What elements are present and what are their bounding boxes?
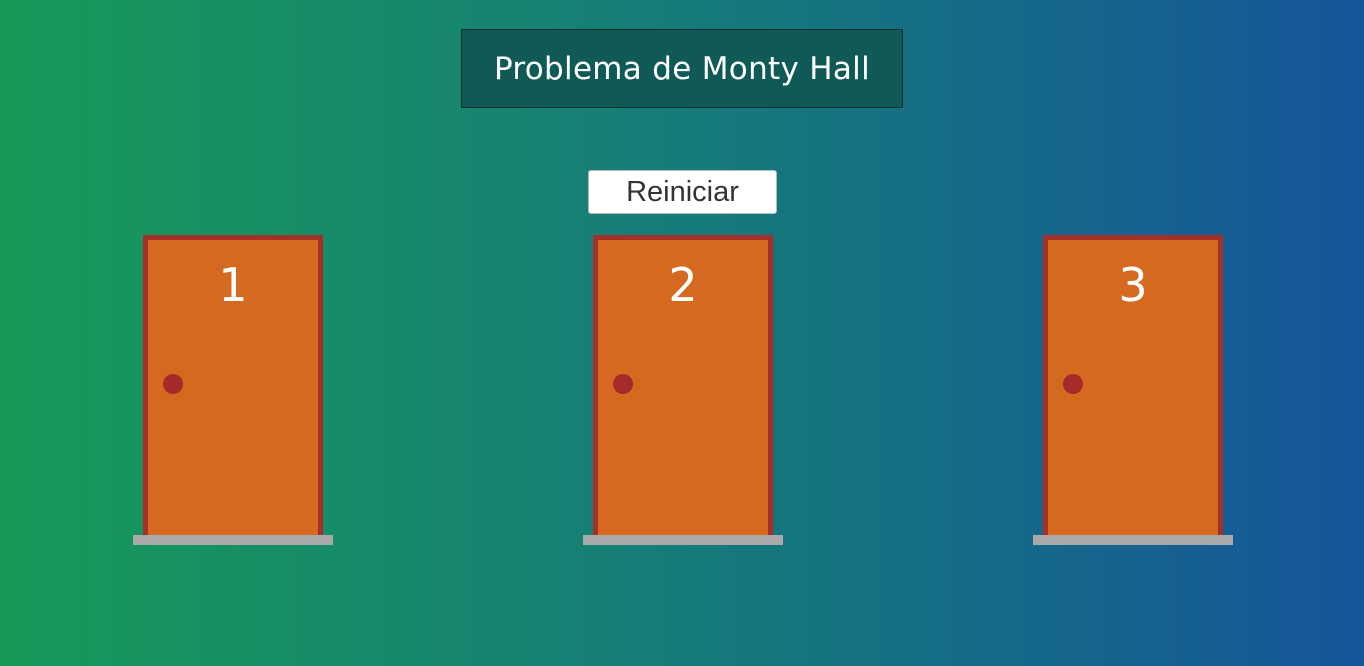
door-knob-icon	[1063, 374, 1083, 394]
door-2-number: 2	[668, 258, 698, 312]
door-1-step	[133, 535, 333, 545]
door-3-step	[1033, 535, 1233, 545]
door-2-container: 2	[583, 235, 783, 545]
door-2[interactable]: 2	[593, 235, 773, 535]
door-knob-icon	[163, 374, 183, 394]
door-1[interactable]: 1	[143, 235, 323, 535]
reset-button[interactable]: Reiniciar	[588, 170, 777, 214]
door-1-container: 1	[133, 235, 333, 545]
page-title: Problema de Monty Hall	[461, 29, 903, 108]
page-title-text: Problema de Monty Hall	[493, 50, 871, 87]
door-knob-icon	[613, 374, 633, 394]
door-2-step	[583, 535, 783, 545]
door-3-container: 3	[1033, 235, 1233, 545]
door-3[interactable]: 3	[1043, 235, 1223, 535]
door-1-number: 1	[218, 258, 248, 312]
door-3-number: 3	[1118, 258, 1148, 312]
